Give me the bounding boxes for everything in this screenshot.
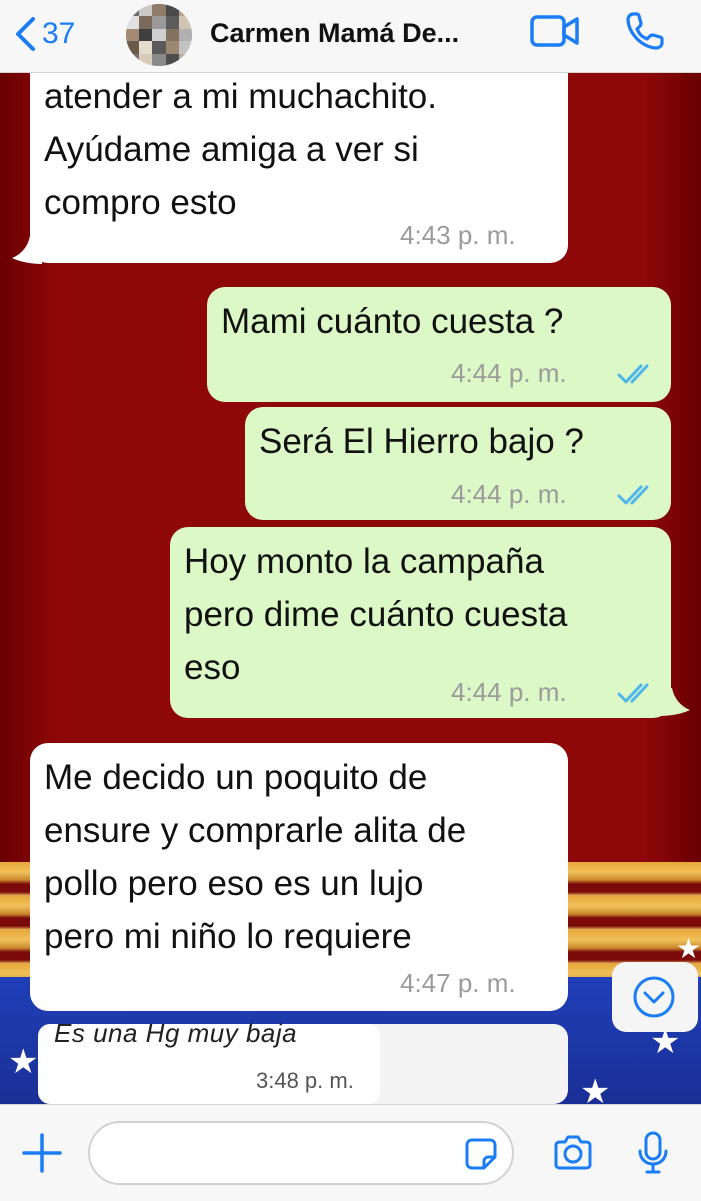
- back-button[interactable]: 37: [14, 12, 75, 56]
- contact-name[interactable]: Carmen Mamá De...: [210, 18, 459, 49]
- avatar-tile: [178, 41, 192, 54]
- avatar-tile: [165, 28, 179, 42]
- message-input[interactable]: [88, 1121, 514, 1185]
- chat-area[interactable]: ★ ★ ★ ★ atender a mi muchachito. Ayúdame…: [0, 72, 701, 1104]
- avatar-tile: [126, 53, 140, 66]
- message-time: 4:44 p. m.: [451, 479, 567, 509]
- message-text: Mami cuánto cuesta ?: [221, 302, 564, 341]
- avatar-tile: [165, 41, 179, 54]
- message-text: Será El Hierro bajo ?: [259, 422, 584, 461]
- avatar-tile: [139, 41, 153, 54]
- message-bubble-outgoing[interactable]: Será El Hierro bajo ? 4:44 p. m.: [245, 407, 671, 520]
- unread-count: 37: [42, 17, 76, 50]
- read-ticks-icon: [617, 364, 649, 384]
- avatar-tile: [165, 16, 179, 29]
- message-time: 4:44 p. m.: [451, 358, 567, 388]
- avatar-tile: [139, 16, 153, 29]
- message-time: 4:44 p. m.: [451, 677, 567, 707]
- avatar-tile: [152, 53, 166, 66]
- avatar-tile: [152, 4, 166, 17]
- image-message-preview[interactable]: Es una Hg muy baja 3:48 p. m.: [38, 1018, 568, 1104]
- screenshot-image: Es una Hg muy baja 3:48 p. m.: [38, 1018, 380, 1104]
- message-text: Me decido un poquito de ensure y comprar…: [44, 758, 467, 956]
- avatar-tile: [152, 16, 166, 29]
- message-text: atender a mi muchachito. Ayúdame amiga a…: [44, 77, 437, 222]
- read-ticks-icon: [617, 683, 649, 703]
- plus-icon[interactable]: [20, 1131, 64, 1175]
- avatar-tile: [126, 28, 140, 42]
- phone-call-icon[interactable]: [624, 10, 666, 52]
- avatar-tile: [178, 4, 192, 17]
- avatar-tile: [126, 41, 140, 54]
- message-time: 4:43 p. m.: [400, 220, 516, 250]
- sticker-icon[interactable]: [464, 1137, 498, 1171]
- composer-bar: [0, 1104, 701, 1201]
- message-bubble-outgoing[interactable]: Mami cuánto cuesta ? 4:44 p. m.: [207, 287, 671, 402]
- star-icon: ★: [580, 1073, 611, 1104]
- avatar-tile: [152, 41, 166, 54]
- avatar-tile: [178, 28, 192, 42]
- avatar-tile: [152, 28, 166, 42]
- avatar-tile: [139, 53, 153, 66]
- message-bubble-incoming[interactable]: Me decido un poquito de ensure y comprar…: [30, 743, 568, 1011]
- read-ticks-icon: [617, 485, 649, 505]
- avatar[interactable]: [126, 4, 192, 66]
- message-text: Hoy monto la campaña pero dime cuánto cu…: [184, 542, 568, 687]
- message-bubble-incoming[interactable]: atender a mi muchachito. Ayúdame amiga a…: [30, 72, 568, 263]
- video-call-icon[interactable]: [530, 14, 580, 48]
- avatar-tile: [139, 28, 153, 42]
- bubble-tail-icon: [12, 236, 42, 264]
- avatar-tile: [178, 53, 192, 66]
- microphone-icon[interactable]: [636, 1131, 670, 1175]
- quoted-text: Es una Hg muy baja: [54, 1018, 298, 1048]
- avatar-tile: [178, 16, 192, 29]
- chat-header: 37 Carmen Mamá De...: [0, 0, 701, 73]
- bubble-tail-icon: [660, 688, 690, 716]
- camera-icon[interactable]: [552, 1135, 594, 1171]
- message-time: 4:47 p. m.: [400, 968, 516, 998]
- avatar-tile: [126, 16, 140, 29]
- star-icon: ★: [8, 1043, 39, 1081]
- avatar-tile: [165, 53, 179, 66]
- avatar-tile: [139, 4, 153, 17]
- avatar-tile: [165, 4, 179, 17]
- star-icon: ★: [676, 933, 701, 964]
- scroll-to-bottom-button[interactable]: [612, 962, 698, 1032]
- avatar-tile: [126, 4, 140, 17]
- chevron-down-circle-icon: [633, 976, 675, 1018]
- chevron-left-icon: [16, 17, 35, 51]
- message-bubble-outgoing[interactable]: Hoy monto la campaña pero dime cuánto cu…: [170, 527, 671, 718]
- quoted-time: 3:48 p. m.: [256, 1068, 354, 1093]
